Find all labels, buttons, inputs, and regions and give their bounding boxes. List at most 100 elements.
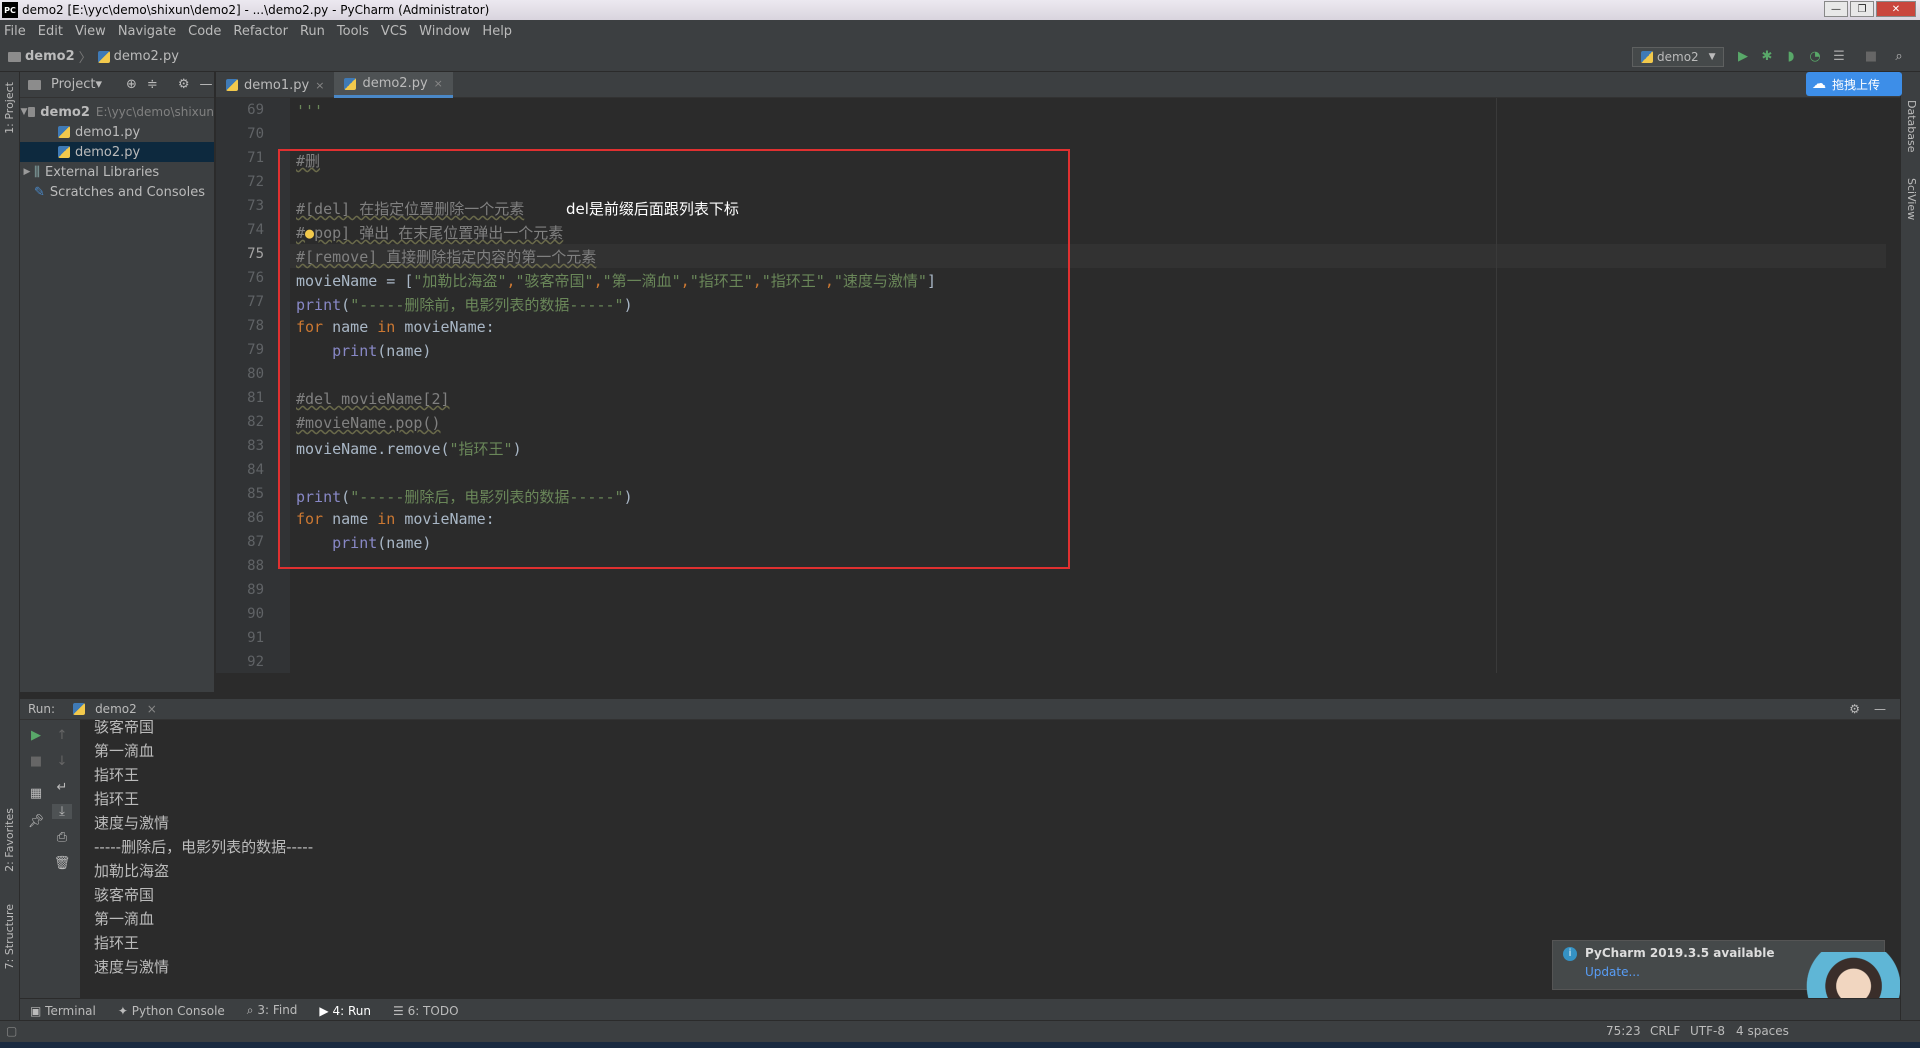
gear-icon[interactable]: ⚙ (178, 77, 190, 92)
line-number: 72 (247, 174, 264, 190)
run-icon[interactable]: ▶ (1736, 50, 1750, 64)
maximize-icon[interactable]: ❐ (1850, 1, 1874, 17)
coverage-icon[interactable]: ◗ (1784, 50, 1798, 64)
menu-code[interactable]: Code (188, 24, 221, 39)
menu-tools[interactable]: Tools (337, 24, 369, 39)
arrow-up-icon[interactable]: ↑ (52, 728, 72, 743)
os-taskbar (0, 1042, 1920, 1048)
console-line: 骇客帝国 (94, 720, 155, 736)
menu-run[interactable]: Run (300, 24, 325, 39)
search-icon: ⌕ (246, 1003, 258, 1017)
project-view-select[interactable]: Project▾ (51, 77, 102, 92)
line-separator[interactable]: CRLF (1650, 1024, 1680, 1038)
tree-item-demo2-py[interactable]: demo2.py (20, 142, 214, 162)
tree-item-demo2[interactable]: ▼ demo2 E:\yyc\demo\shixun (20, 102, 214, 122)
locate-icon[interactable]: ⊕ (126, 77, 137, 92)
debug-icon[interactable]: ✱ (1760, 50, 1774, 64)
tab-run[interactable]: ▶ 4: Run (319, 1004, 371, 1018)
tab-python-console[interactable]: ✦ Python Console (118, 1004, 225, 1018)
python-console-icon: ✦ (117, 1003, 132, 1018)
print-icon[interactable]: ⎙ (52, 830, 72, 845)
tab-terminal[interactable]: ▣ Terminal (30, 1004, 96, 1018)
line-number: 83 (247, 438, 264, 454)
pin-icon[interactable]: 📌︎ (26, 814, 46, 829)
python-file-icon (97, 50, 110, 63)
file-encoding[interactable]: UTF-8 (1690, 1024, 1725, 1038)
tab-demo1-py[interactable]: demo1.py × (216, 72, 334, 98)
structure-tool-tab[interactable]: 7: Structure (3, 904, 16, 969)
rerun-icon[interactable]: ▶ (26, 728, 46, 743)
gear-icon[interactable]: ⚙ (1849, 702, 1860, 716)
project-tool-tab[interactable]: 1: Project (3, 82, 16, 134)
search-icon[interactable]: ⌕ (1892, 50, 1906, 64)
breadcrumb-project[interactable]: demo2 〉 (8, 47, 92, 66)
indent-setting[interactable]: 4 spaces (1736, 1024, 1789, 1038)
tab-todo[interactable]: ☰ 6: TODO (393, 1004, 459, 1018)
stop-icon[interactable]: ■ (26, 754, 46, 769)
close-icon[interactable]: ✕ (1876, 1, 1916, 17)
update-link[interactable]: Update... (1585, 965, 1640, 979)
tree-item-external-libraries[interactable]: ▶ ⫼ External Libraries (20, 162, 214, 182)
scroll-to-end-icon[interactable]: ⤓ (52, 804, 72, 819)
layout-icon[interactable]: ▦ (26, 786, 46, 801)
python-file-icon (226, 79, 238, 91)
database-tool-tab[interactable]: Database (1905, 100, 1918, 153)
menu-window[interactable]: Window (419, 24, 470, 39)
code-line-69: ''' (296, 102, 324, 120)
run-icon: ▶ (319, 1003, 333, 1018)
notification-title: PyCharm 2019.3.5 available (1585, 946, 1775, 960)
console-line: 第一滴血 (94, 910, 155, 928)
line-number: 82 (247, 414, 264, 430)
close-tab-icon[interactable]: × (147, 702, 157, 716)
run-panel-header: Run: demo2 × ⚙ — (20, 698, 1900, 720)
right-margin-guide (1496, 98, 1497, 673)
tab-find[interactable]: ⌕ 3: Find (247, 1003, 298, 1018)
upload-button[interactable]: ☁ 拖拽上传 (1806, 72, 1902, 96)
favorites-tool-tab[interactable]: 2: Favorites (3, 808, 16, 872)
run-tab-demo2[interactable]: demo2 (95, 702, 137, 716)
concurrency-icon[interactable]: ☰ (1832, 50, 1846, 64)
menu-navigate[interactable]: Navigate (118, 24, 176, 39)
status-bar: ▢ 75:23 CRLF UTF-8 4 spaces (0, 1020, 1920, 1042)
soft-wrap-icon[interactable]: ↵ (52, 780, 72, 795)
window-title: demo2 [E:\yyc\demo\shixun\demo2] - ...\d… (22, 3, 490, 17)
profile-icon[interactable]: ◔ (1808, 50, 1822, 64)
menu-refactor[interactable]: Refactor (233, 24, 288, 39)
folder-icon (8, 51, 21, 62)
info-icon: i (1563, 947, 1577, 961)
breadcrumb-file[interactable]: demo2.py (97, 49, 179, 64)
line-number: 73 (247, 198, 264, 214)
menu-help[interactable]: Help (482, 24, 512, 39)
trash-icon[interactable]: 🗑︎ (52, 856, 72, 871)
menu-view[interactable]: View (75, 24, 106, 39)
tab-demo2-py[interactable]: demo2.py × (334, 72, 453, 98)
menu-edit[interactable]: Edit (38, 24, 63, 39)
code-editor[interactable]: ''' #删 #[del] 在指定位置删除一个元素 #●pop] 弹出 在末尾位… (278, 98, 1886, 673)
tree-item-scratches[interactable]: ✎ Scratches and Consoles (20, 182, 214, 202)
caret-position[interactable]: 75:23 (1606, 1024, 1641, 1038)
menu-vcs[interactable]: VCS (381, 24, 407, 39)
python-file-icon (344, 77, 357, 90)
chevron-right-icon: ▶ (23, 167, 31, 177)
hide-icon[interactable]: — (1874, 702, 1886, 716)
menu-file[interactable]: File (4, 24, 26, 39)
close-tab-icon[interactable]: × (434, 77, 443, 90)
console-line: 加勒比海盗 (94, 862, 170, 880)
python-file-icon (58, 146, 70, 158)
minimize-icon[interactable]: — (1824, 1, 1848, 17)
collapse-icon[interactable]: ≑ (147, 77, 158, 92)
run-configuration-select[interactable]: demo2 ▼ (1632, 47, 1724, 67)
hide-icon[interactable]: — (199, 77, 212, 92)
stop-icon[interactable]: ■ (1864, 50, 1878, 64)
sciview-tool-tab[interactable]: SciView (1905, 178, 1918, 220)
console-line: -----删除后，电影列表的数据----- (94, 838, 314, 856)
layout-icon[interactable]: ▢ (6, 1024, 17, 1038)
arrow-down-icon[interactable]: ↓ (52, 754, 72, 769)
tree-item-demo1-py[interactable]: demo1.py (20, 122, 214, 142)
close-tab-icon[interactable]: × (315, 79, 324, 92)
project-panel: Project▾ ⊕ ≑ ⚙ — ▼ demo2 E:\yyc\demo\shi… (20, 72, 215, 692)
terminal-icon: ▣ (30, 1003, 46, 1018)
run-panel-label: Run: (28, 702, 56, 716)
console-line: 指环王 (94, 790, 140, 808)
run-toolbar: ▶ ■ ▦ 📌︎ ↑ ↓ ↵ ⤓ ⎙ 🗑︎ (20, 720, 80, 998)
